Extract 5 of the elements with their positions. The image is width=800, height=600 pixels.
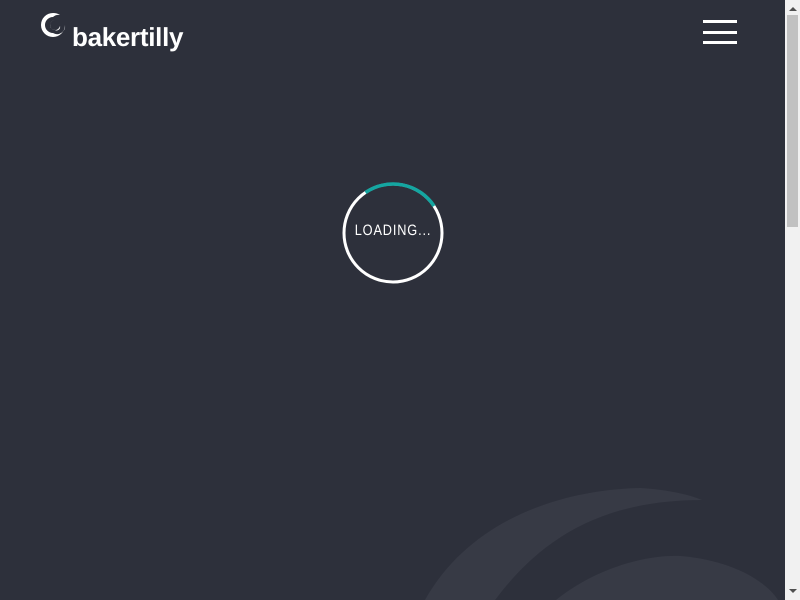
scrollbar[interactable] [785, 0, 800, 600]
menu-icon[interactable] [703, 20, 737, 44]
logo-swirl-icon [40, 12, 66, 38]
logo-text: bakertilly [72, 24, 184, 50]
loading-text: LOADING... [353, 222, 432, 239]
